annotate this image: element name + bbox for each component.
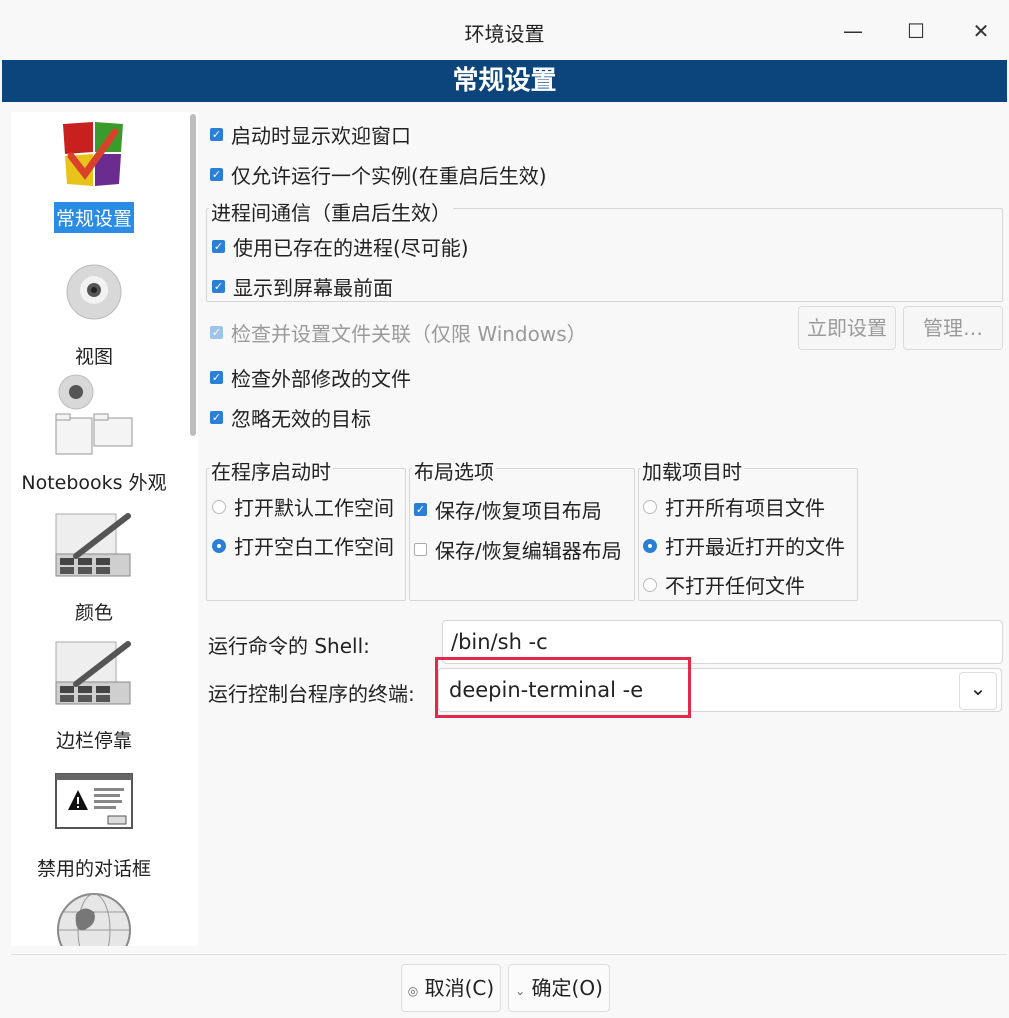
sidebar-item-label: 视图	[74, 346, 113, 368]
checkbox-label: 仅允许运行一个实例(在重启后生效)	[231, 164, 547, 188]
shell-label: 运行命令的 Shell:	[208, 634, 370, 658]
checkbox-label: 显示到屏幕最前面	[233, 276, 393, 300]
checked-icon: ✓	[212, 280, 225, 293]
file-association-checkbox[interactable]: ✓ 检查并设置文件关联（仅限 Windows）	[210, 318, 587, 347]
section-banner: 常规设置	[2, 60, 1007, 102]
load-project-group-title: 加载项目时	[640, 456, 744, 485]
checked-icon: ✓	[210, 128, 223, 141]
ok-button[interactable]: ⌄ 确定(O)	[508, 964, 610, 1012]
radio-icon	[212, 499, 226, 514]
check-icon: ⌄	[515, 984, 526, 998]
sidebar: 常规设置 视图 Notebooks 外观 颜色 边栏停靠 禁用的对话框	[11, 112, 198, 946]
checkbox-label: 忽略无效的目标	[231, 407, 371, 431]
sidebar-dock-icon	[54, 638, 134, 710]
globe-icon	[54, 890, 134, 946]
radio-label: 打开空白工作空间	[234, 535, 394, 559]
cancel-label: 取消(C)	[424, 976, 495, 1000]
open-recent-files-radio[interactable]: 打开最近打开的文件	[643, 531, 845, 560]
sidebar-item-label: 常规设置	[53, 202, 134, 233]
sidebar-item-colors[interactable]: 颜色	[11, 510, 177, 627]
radio-label: 不打开任何文件	[665, 574, 805, 598]
sidebar-item-general[interactable]: 常规设置	[11, 116, 177, 233]
startup-group-title: 在程序启动时	[209, 456, 333, 485]
radio-selected-icon	[643, 538, 657, 553]
close-button[interactable]: ✕	[964, 14, 998, 48]
sidebar-scrollbar[interactable]	[190, 114, 196, 436]
annotation-highlight	[435, 657, 691, 718]
open-no-files-radio[interactable]: 不打开任何文件	[643, 570, 805, 599]
radio-label: 打开所有项目文件	[665, 496, 825, 520]
sidebar-item-network[interactable]	[11, 890, 177, 946]
set-now-button[interactable]: 立即设置	[798, 306, 896, 350]
color-palette-icon	[54, 510, 134, 582]
window-titlebar: 环境设置 — ☐ ✕	[0, 0, 1009, 60]
cancel-button[interactable]: ◎ 取消(C)	[401, 964, 501, 1012]
save-editor-layout-checkbox[interactable]: 保存/恢复编辑器布局	[414, 535, 622, 564]
sidebar-item-notebooks[interactable]: Notebooks 外观	[11, 374, 177, 497]
checked-icon: ✓	[210, 326, 223, 339]
radio-icon	[643, 499, 657, 514]
sidebar-item-label: 颜色	[74, 602, 113, 624]
use-existing-process-checkbox[interactable]: ✓ 使用已存在的进程(尽可能)	[212, 232, 469, 261]
unchecked-icon	[414, 543, 427, 556]
radio-label: 打开最近打开的文件	[665, 535, 845, 559]
check-external-changes-checkbox[interactable]: ✓ 检查外部修改的文件	[210, 363, 411, 392]
checked-icon: ✓	[210, 168, 223, 181]
maximize-button[interactable]: ☐	[899, 14, 933, 48]
radio-selected-icon	[212, 538, 226, 553]
sidebar-item-label: 边栏停靠	[55, 730, 132, 752]
settings-panel: ✓ 启动时显示欢迎窗口 ✓ 仅允许运行一个实例(在重启后生效) 进程间通信（重启…	[200, 112, 1007, 946]
open-default-workspace-radio[interactable]: 打开默认工作空间	[212, 492, 394, 521]
radio-icon	[643, 577, 657, 592]
notebooks-appearance-icon	[54, 374, 134, 458]
sidebar-item-view[interactable]: 视图	[11, 262, 177, 371]
layout-group-title: 布局选项	[412, 456, 496, 485]
disabled-dialog-icon	[54, 772, 134, 830]
checked-icon: ✓	[210, 411, 223, 424]
sidebar-item-disabled-dialogs[interactable]: 禁用的对话框	[11, 772, 177, 883]
sidebar-item-label: 禁用的对话框	[36, 858, 151, 880]
checkbox-label: 保存/恢复项目布局	[435, 499, 602, 523]
checked-icon: ✓	[414, 503, 427, 516]
open-blank-workspace-radio[interactable]: 打开空白工作空间	[212, 531, 394, 560]
ignore-invalid-targets-checkbox[interactable]: ✓ 忽略无效的目标	[210, 403, 371, 432]
open-all-files-radio[interactable]: 打开所有项目文件	[643, 492, 825, 521]
footer-divider	[11, 954, 1007, 955]
manage-button[interactable]: 管理…	[903, 306, 1003, 350]
sidebar-item-dock[interactable]: 边栏停靠	[11, 638, 177, 755]
checkbox-label: 检查并设置文件关联（仅限 Windows）	[231, 322, 587, 346]
sidebar-item-label: Notebooks 外观	[21, 472, 167, 494]
show-welcome-checkbox[interactable]: ✓ 启动时显示欢迎窗口	[210, 120, 411, 149]
chevron-down-icon[interactable]: ⌄	[959, 672, 997, 710]
single-instance-checkbox[interactable]: ✓ 仅允许运行一个实例(在重启后生效)	[210, 160, 547, 189]
checked-icon: ✓	[210, 371, 223, 384]
checkbox-label: 启动时显示欢迎窗口	[231, 124, 411, 148]
checkbox-label: 检查外部修改的文件	[231, 367, 411, 391]
ok-label: 确定(O)	[531, 976, 603, 1000]
ipc-group-title: 进程间通信（重启后生效）	[209, 197, 453, 226]
terminal-label: 运行控制台程序的终端:	[208, 682, 415, 706]
checkbox-label: 保存/恢复编辑器布局	[435, 539, 622, 563]
save-project-layout-checkbox[interactable]: ✓ 保存/恢复项目布局	[414, 495, 602, 524]
bring-to-front-checkbox[interactable]: ✓ 显示到屏幕最前面	[212, 272, 393, 301]
checked-icon: ✓	[212, 240, 225, 253]
general-settings-icon	[57, 116, 131, 190]
checkbox-label: 使用已存在的进程(尽可能)	[233, 236, 469, 260]
view-eye-icon	[64, 262, 124, 322]
minimize-button[interactable]: —	[836, 14, 870, 48]
cancel-icon: ◎	[407, 984, 419, 998]
radio-label: 打开默认工作空间	[234, 496, 394, 520]
